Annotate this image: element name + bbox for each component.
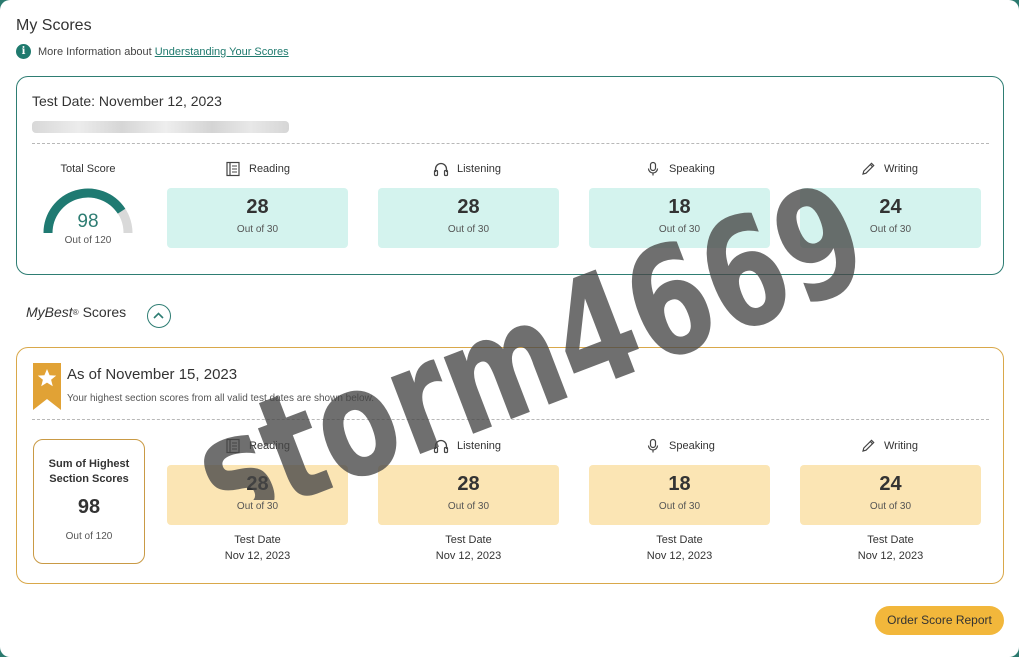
mybest-label: MyBest <box>26 304 73 320</box>
test-date-value: Nov 12, 2023 <box>646 550 713 562</box>
test-date-label: Test Date <box>234 534 281 546</box>
headphones-icon <box>433 439 449 454</box>
score-out-of: Out of 30 <box>236 224 279 235</box>
test-score-card: Test Date: November 12, 2023 Total Score… <box>16 76 1004 275</box>
score-value: 24 <box>879 196 902 218</box>
mybest-card: As of November 15, 2023 Your highest sec… <box>16 347 1004 584</box>
section-name: Writing <box>884 440 919 452</box>
best-box-reading: 28 Out of 30 <box>167 465 348 525</box>
section-head-speaking: Speaking <box>645 438 715 454</box>
test-date-reading: Test Date Nov 12, 2023 <box>167 532 348 564</box>
total-score-value: 98 <box>77 211 99 232</box>
test-date-listening: Test Date Nov 12, 2023 <box>378 532 559 564</box>
section-name: Speaking <box>669 440 715 452</box>
section-head-writing: Writing <box>860 438 918 454</box>
score-value: 28 <box>246 473 269 495</box>
score-out-of: Out of 30 <box>447 501 490 512</box>
as-of-date: As of November 15, 2023 <box>67 366 238 383</box>
score-out-of: Out of 30 <box>447 224 490 235</box>
score-value: 28 <box>246 196 269 218</box>
page-title: My Scores <box>16 17 92 34</box>
score-value: 28 <box>457 196 480 218</box>
section-head-reading: Reading <box>225 161 290 177</box>
section-head-listening: Listening <box>433 438 501 454</box>
section-head-speaking: Speaking <box>645 161 715 177</box>
info-icon: i <box>16 44 31 59</box>
redacted-info <box>32 121 289 133</box>
sum-highest-box: Sum of Highest Section Scores 98 Out of … <box>33 439 145 564</box>
best-box-writing: 24 Out of 30 <box>800 465 981 525</box>
test-date-speaking: Test Date Nov 12, 2023 <box>589 532 770 564</box>
score-out-of: Out of 30 <box>869 224 912 235</box>
mybest-label-rest: Scores <box>82 304 127 320</box>
section-name: Reading <box>249 163 290 175</box>
test-date-writing: Test Date Nov 12, 2023 <box>800 532 981 564</box>
score-out-of: Out of 30 <box>236 501 279 512</box>
total-score-label: Total Score <box>60 163 116 175</box>
collapse-button[interactable] <box>147 304 171 328</box>
understanding-scores-link[interactable]: Understanding Your Scores <box>155 46 289 58</box>
divider <box>32 419 989 420</box>
score-out-of: Out of 30 <box>658 224 701 235</box>
test-date-value: Nov 12, 2023 <box>435 550 502 562</box>
test-date-label: Test Date <box>445 534 492 546</box>
mybest-heading: MyBest ® Scores <box>26 304 126 320</box>
best-box-speaking: 18 Out of 30 <box>589 465 770 525</box>
sum-title: Sum of Highest Section Scores <box>48 458 130 485</box>
score-out-of: Out of 30 <box>869 501 912 512</box>
section-name: Writing <box>884 163 919 175</box>
headphones-icon <box>433 162 449 177</box>
score-value: 18 <box>668 196 691 218</box>
section-name: Speaking <box>669 163 715 175</box>
pencil-icon <box>862 439 875 452</box>
score-box-writing: 24 Out of 30 <box>800 188 981 248</box>
test-date: Test Date: November 12, 2023 <box>32 93 222 109</box>
sum-value: 98 <box>77 496 101 518</box>
section-name: Listening <box>457 440 502 452</box>
section-head-listening: Listening <box>433 161 501 177</box>
score-value: 28 <box>457 473 480 495</box>
book-icon <box>226 161 240 177</box>
score-out-of: Out of 30 <box>658 501 701 512</box>
info-text: More Information about <box>38 45 152 58</box>
test-date-label: Test Date <box>867 534 914 546</box>
test-date-value: Nov 12, 2023 <box>857 550 924 562</box>
registered-mark: ® <box>72 307 79 317</box>
score-page: My Scores i More Information about Under… <box>0 0 1019 657</box>
section-head-writing: Writing <box>860 161 918 177</box>
order-score-report-button[interactable]: Order Score Report <box>875 606 1004 635</box>
microphone-icon <box>647 438 659 453</box>
chevron-up-icon <box>153 312 164 319</box>
microphone-icon <box>647 161 659 176</box>
score-box-speaking: 18 Out of 30 <box>589 188 770 248</box>
ribbon-star-icon <box>33 363 61 410</box>
score-value: 24 <box>879 473 902 495</box>
mybest-subtitle: Your highest section scores from all val… <box>67 393 375 404</box>
score-box-reading: 28 Out of 30 <box>167 188 348 248</box>
divider <box>32 143 989 144</box>
section-name: Reading <box>249 440 290 452</box>
pencil-icon <box>862 162 875 175</box>
best-box-listening: 28 Out of 30 <box>378 465 559 525</box>
score-value: 18 <box>668 473 691 495</box>
test-date-value: Nov 12, 2023 <box>224 550 291 562</box>
info-row: i More Information about Understanding Y… <box>16 44 289 59</box>
sum-out-of: Out of 120 <box>65 531 113 542</box>
book-icon <box>226 438 240 454</box>
section-head-reading: Reading <box>225 438 290 454</box>
total-score-out-of: Out of 120 <box>64 235 112 246</box>
section-name: Listening <box>457 163 502 175</box>
test-date-label: Test Date <box>656 534 703 546</box>
score-box-listening: 28 Out of 30 <box>378 188 559 248</box>
